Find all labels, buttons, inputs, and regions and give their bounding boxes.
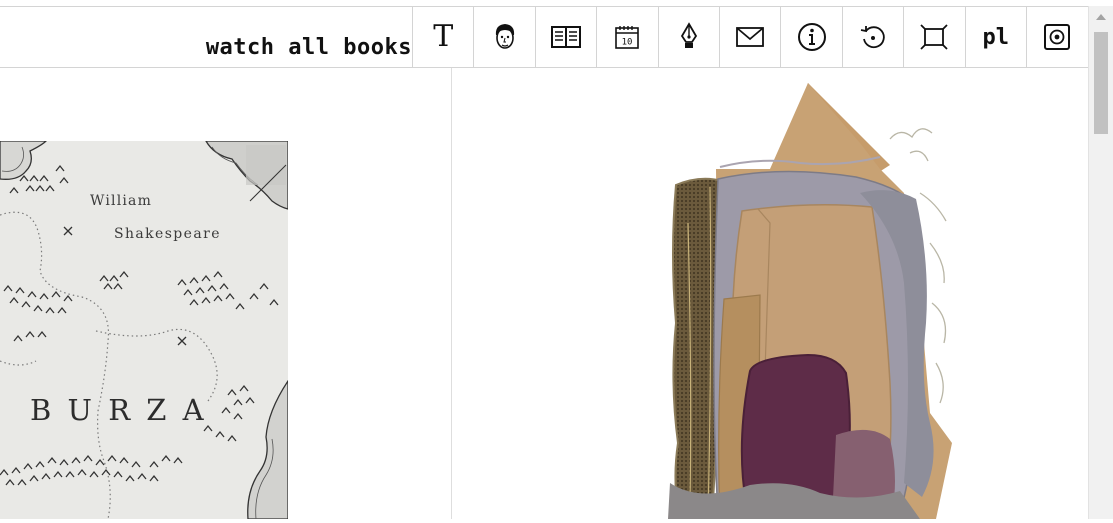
calendar-icon: 10 <box>615 26 640 49</box>
top-navigation-bar: watch all books T 10 pl <box>0 6 1088 68</box>
info-button[interactable] <box>780 7 841 67</box>
book-gallery: William Shakespeare B U R Z A <box>0 68 1088 520</box>
envelope-icon <box>736 27 765 47</box>
book-author-last: Shakespeare <box>114 226 221 242</box>
gallery-divider <box>451 68 452 519</box>
books-button[interactable] <box>534 7 596 67</box>
book-author-first: William <box>90 193 152 209</box>
author-button[interactable] <box>473 7 534 67</box>
book-cover-fabric[interactable] <box>560 83 980 520</box>
fullscreen-button[interactable] <box>903 7 964 67</box>
language-switch[interactable]: pl <box>964 7 1026 67</box>
write-button[interactable] <box>657 7 719 67</box>
pen-nib-icon <box>680 22 697 48</box>
text-icon: T <box>433 19 454 54</box>
vertical-scrollbar[interactable] <box>1088 6 1113 519</box>
language-label: pl <box>982 24 1009 50</box>
burza-cover-image: William Shakespeare B U R Z A <box>0 140 289 520</box>
info-icon <box>797 23 826 51</box>
settings-button[interactable] <box>1025 7 1087 67</box>
settings-icon <box>1044 24 1071 50</box>
contact-button[interactable] <box>718 7 780 67</box>
fullscreen-icon <box>920 24 948 50</box>
calendar-button[interactable]: 10 <box>596 7 657 67</box>
book-cover-burza[interactable]: William Shakespeare B U R Z A <box>0 140 289 520</box>
open-book-icon <box>550 26 581 48</box>
calendar-day: 10 <box>622 38 633 48</box>
text-button[interactable]: T <box>412 7 473 67</box>
author-face-icon <box>495 24 514 49</box>
watch-all-books-link[interactable]: watch all books <box>206 35 412 60</box>
refresh-icon <box>860 26 885 49</box>
scroll-thumb[interactable] <box>1094 32 1108 134</box>
icon-toolbar: T 10 pl <box>412 7 1087 67</box>
fabric-book-image <box>668 83 952 520</box>
book-title: B U R Z A <box>30 393 207 427</box>
scroll-up-arrow-icon[interactable] <box>1096 14 1106 20</box>
refresh-button[interactable] <box>841 7 903 67</box>
